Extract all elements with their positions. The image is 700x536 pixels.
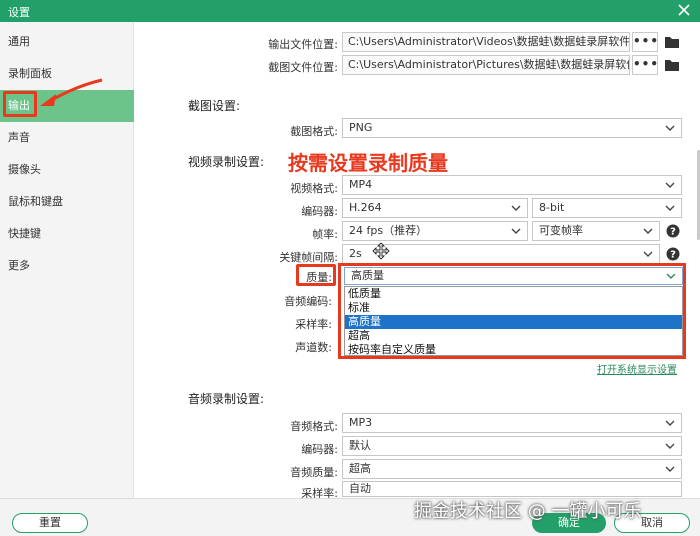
chevron-down-icon: [511, 205, 521, 211]
output-path-label: 输出文件位置:: [268, 38, 338, 51]
output-path-field[interactable]: C:\Users\Administrator\Videos\数据蛙\数据蛙录屏软…: [342, 32, 630, 52]
chevron-down-icon: [511, 228, 521, 234]
audio-quality-select[interactable]: 超高: [342, 459, 682, 479]
framerate-select[interactable]: 24 fps（推荐）: [342, 221, 528, 241]
framerate-mode-value: 可变帧率: [539, 224, 583, 237]
video-format-label: 视频格式:: [290, 182, 338, 195]
video-settings-title: 视频录制设置:: [188, 155, 265, 169]
sidebar-item-mouse-keyboard[interactable]: 鼠标和键盘: [0, 186, 134, 218]
quality-label: 质量:: [306, 271, 332, 284]
encoder-value: H.264: [349, 201, 382, 214]
sidebar-item-hotkeys[interactable]: 快捷键: [0, 218, 134, 250]
chevron-down-icon: [643, 228, 653, 234]
screenshot-path-label: 截图文件位置:: [268, 61, 338, 74]
screenshot-format-select[interactable]: PNG: [342, 118, 682, 138]
audio-encoder-value: 默认: [349, 439, 371, 452]
quality-annotation: 按需设置录制质量: [288, 151, 448, 175]
chevron-down-icon: [665, 466, 675, 472]
audio-codec-label: 音频编码:: [284, 295, 332, 308]
screenshot-format-label: 截图格式:: [290, 125, 338, 138]
framerate-mode-select[interactable]: 可变帧率: [532, 221, 660, 241]
svg-text:?: ?: [670, 250, 676, 261]
audio-settings-title: 音频录制设置:: [188, 392, 265, 406]
video-format-value: MP4: [349, 178, 373, 191]
screenshot-path-field[interactable]: C:\Users\Administrator\Pictures\数据蛙\数据蛙录…: [342, 55, 630, 75]
quality-option-custom-bitrate[interactable]: 按码率自定义质量: [345, 343, 682, 357]
chevron-down-icon: [666, 273, 676, 279]
window-title: 设置: [8, 6, 30, 19]
audio-samplerate-select[interactable]: 自动: [342, 481, 682, 497]
quality-option-standard[interactable]: 标准: [345, 301, 682, 315]
encoder-label: 编码器:: [301, 205, 338, 218]
samplerate-label: 采样率:: [295, 318, 332, 331]
sidebar-item-sound[interactable]: 声音: [0, 122, 134, 154]
help-icon[interactable]: ?: [666, 224, 680, 238]
audio-encoder-label: 编码器:: [301, 443, 338, 456]
audio-quality-label: 音频质量:: [290, 466, 338, 479]
quality-option-high[interactable]: 高质量: [345, 315, 682, 329]
watermark-text: 掘金技术社区 @ 一罐小可乐: [414, 501, 642, 522]
audio-samplerate-value: 自动: [349, 482, 371, 495]
framerate-label: 帧率:: [312, 228, 338, 241]
output-highlight-box: [3, 91, 37, 117]
chevron-down-icon: [665, 125, 675, 131]
encoder-select[interactable]: H.264: [342, 198, 528, 218]
quality-option-ultra[interactable]: 超高: [345, 329, 682, 343]
quality-dropdown-highlight: 高质量 低质量 标准 高质量 超高 按码率自定义质量: [338, 263, 686, 359]
chevron-down-icon: [665, 443, 675, 449]
audio-quality-value: 超高: [349, 462, 371, 475]
svg-text:?: ?: [670, 227, 676, 238]
chevron-down-icon: [643, 251, 653, 257]
reset-button[interactable]: 重置: [12, 513, 88, 533]
audio-format-value: MP3: [349, 416, 373, 429]
help-icon[interactable]: ?: [666, 247, 680, 261]
sidebar-item-camera[interactable]: 摄像头: [0, 154, 134, 186]
chevron-down-icon: [665, 182, 675, 188]
close-icon[interactable]: [676, 2, 692, 18]
bitdepth-select[interactable]: 8-bit: [532, 198, 682, 218]
keyframe-value: 2s: [349, 247, 362, 260]
title-bar: 设置: [0, 0, 700, 22]
chevron-down-icon: [665, 420, 675, 426]
screenshot-folder-icon[interactable]: [664, 58, 680, 72]
audio-format-select[interactable]: MP3: [342, 413, 682, 433]
quality-options-list: 低质量 标准 高质量 超高 按码率自定义质量: [344, 286, 683, 356]
screenshot-format-value: PNG: [349, 121, 373, 134]
output-folder-icon[interactable]: [664, 35, 680, 49]
chevron-down-icon: [665, 205, 675, 211]
quality-option-low[interactable]: 低质量: [345, 287, 682, 301]
bitdepth-value: 8-bit: [539, 201, 565, 214]
keyframe-label: 关键帧间隔:: [279, 251, 338, 264]
video-format-select[interactable]: MP4: [342, 175, 682, 195]
sidebar-item-general[interactable]: 通用: [0, 26, 134, 58]
quality-select[interactable]: 高质量: [344, 267, 683, 285]
output-browse-button[interactable]: •••: [632, 32, 658, 52]
open-display-settings-link[interactable]: 打开系统显示设置: [597, 361, 677, 376]
audio-encoder-select[interactable]: 默认: [342, 436, 682, 456]
sidebar-item-more[interactable]: 更多: [0, 250, 134, 282]
red-arrow-icon: [40, 78, 103, 106]
screenshot-browse-button[interactable]: •••: [632, 55, 658, 75]
screenshot-settings-title: 截图设置:: [188, 99, 241, 113]
audio-format-label: 音频格式:: [290, 420, 338, 433]
move-cursor-icon: [372, 242, 390, 260]
framerate-value: 24 fps（推荐）: [349, 224, 428, 237]
quality-value: 高质量: [351, 269, 384, 282]
channels-label: 声道数:: [295, 341, 332, 354]
